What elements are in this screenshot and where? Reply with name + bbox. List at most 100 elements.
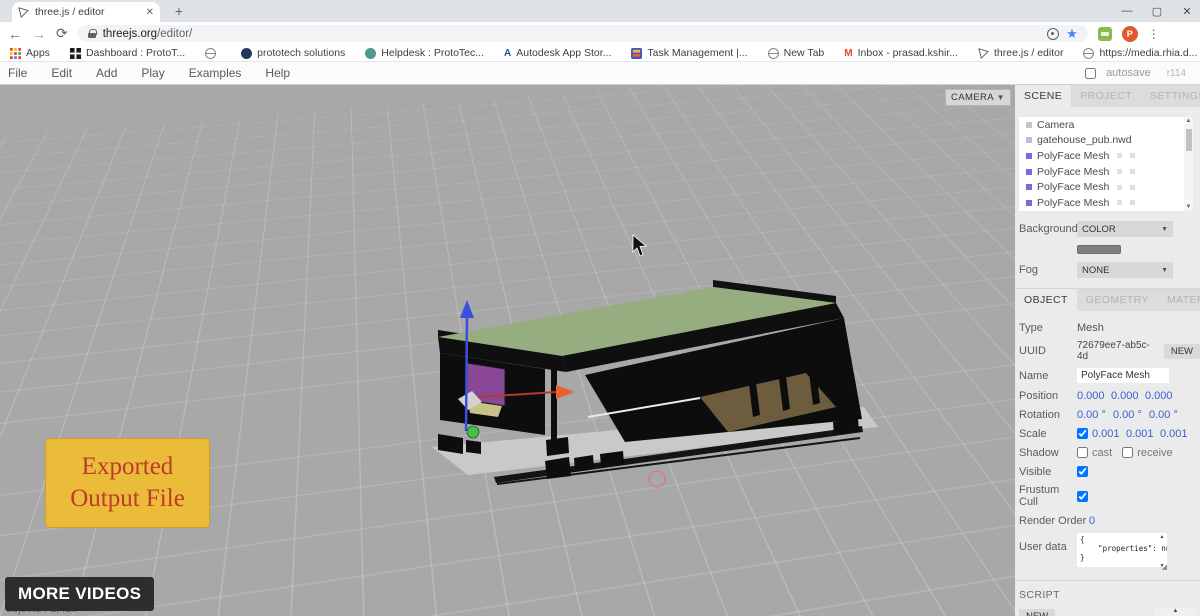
editor-menubar: File Edit Add Play Examples Help autosav… [0, 62, 1200, 85]
menu-add[interactable]: Add [96, 66, 117, 80]
environment-section: Background COLOR ▼ Fog NONE ▼ [1015, 219, 1200, 289]
extension-icon[interactable] [1098, 27, 1112, 41]
bookmark-item[interactable]: M Inbox - prasad.kshir... [844, 47, 958, 59]
bookmark-item[interactable]: https://media.rhia.d... [1083, 47, 1197, 59]
outliner-item-camera[interactable]: Camera [1019, 117, 1193, 133]
background-color-swatch[interactable] [1077, 245, 1121, 254]
more-videos-button[interactable]: MORE VIDEOS [5, 577, 154, 611]
scrollbar-thumb[interactable] [1186, 129, 1192, 151]
outliner-item-mesh[interactable]: PolyFace Mesh [1019, 179, 1193, 195]
menu-play[interactable]: Play [141, 66, 164, 80]
bookmark-item[interactable]: A Autodesk App Stor... [504, 47, 611, 59]
gizmo-x-arrowhead[interactable] [556, 385, 575, 399]
resize-grip-icon[interactable]: ◢ [1162, 563, 1167, 571]
mouse-cursor [633, 235, 646, 256]
tab-settings[interactable]: SETTINGS [1141, 85, 1200, 107]
apps-grid-icon [10, 48, 21, 59]
scroll-down-icon[interactable]: ▼ [1184, 204, 1193, 210]
outliner-item-mesh[interactable]: PolyFace Mesh [1019, 164, 1193, 180]
window-minimize-button[interactable]: — [1120, 5, 1134, 17]
scale-y[interactable]: 0.001 [1126, 428, 1160, 440]
gizmo-origin-handle[interactable] [467, 426, 479, 438]
back-icon[interactable]: ← [8, 26, 22, 42]
3d-viewport[interactable]: CAMERA ▼ Exported Output File objects : … [0, 85, 1015, 616]
selection-circle [649, 471, 665, 487]
lock-icon [88, 29, 96, 38]
geometry-icon [1117, 185, 1122, 190]
autosave-checkbox[interactable] [1085, 68, 1096, 79]
browser-menu-icon[interactable]: ⋮ [1148, 27, 1160, 41]
window-maximize-button[interactable]: ▢ [1150, 5, 1164, 18]
bookmark-item[interactable]: prototech solutions [241, 47, 345, 59]
user-data-label: User data [1019, 533, 1077, 553]
tab-object[interactable]: OBJECT [1015, 289, 1077, 311]
tab-geometry[interactable]: GEOMETRY [1077, 289, 1158, 311]
scale-x[interactable]: 0.001 [1092, 428, 1126, 440]
material-icon [1130, 200, 1135, 205]
shadow-cast-checkbox[interactable] [1077, 447, 1088, 458]
fog-select[interactable]: NONE ▼ [1077, 262, 1173, 278]
tab-close-icon[interactable]: ✕ [146, 7, 154, 18]
bookmark-item-apps[interactable]: Apps [10, 47, 50, 59]
visible-checkbox[interactable] [1077, 466, 1088, 477]
address-bar[interactable]: threejs.org/editor/ ★ [78, 25, 1088, 42]
profile-avatar[interactable]: P [1122, 26, 1138, 42]
browser-tab[interactable]: three.js / editor ✕ [12, 2, 160, 22]
bookmark-item[interactable]: New Tab [768, 47, 825, 59]
outliner-item-mesh[interactable]: PolyFace Mesh [1019, 195, 1193, 211]
globe-icon [1083, 48, 1094, 59]
prototech-icon [241, 48, 252, 59]
page-action-icon[interactable] [1047, 28, 1059, 40]
type-label: Type [1019, 322, 1077, 334]
tab-title: three.js / editor [35, 6, 140, 18]
shadow-receive-checkbox[interactable] [1122, 447, 1133, 458]
forward-icon[interactable]: → [32, 26, 46, 42]
refresh-icon[interactable]: ⟳ [56, 25, 68, 42]
menu-help[interactable]: Help [265, 66, 290, 80]
tab-scene[interactable]: SCENE [1015, 85, 1071, 107]
rotation-label: Rotation [1019, 409, 1077, 421]
3d-scene[interactable] [0, 85, 1015, 616]
scroll-up-icon[interactable]: ▲ [1184, 118, 1193, 124]
tab-material[interactable]: MATERIAL [1158, 289, 1200, 311]
position-z[interactable]: 0.000 [1145, 390, 1179, 402]
rotation-x[interactable]: 0.00 ° [1077, 409, 1113, 421]
tab-project[interactable]: PROJECT [1071, 85, 1141, 107]
camera-select[interactable]: CAMERA ▼ [945, 89, 1011, 106]
render-order-value[interactable]: 0 [1089, 515, 1123, 527]
scale-z[interactable]: 0.001 [1160, 428, 1194, 440]
menu-file[interactable]: File [8, 66, 27, 80]
gizmo-y-arrowhead[interactable] [460, 300, 474, 318]
bookmark-star-icon[interactable]: ★ [1066, 26, 1078, 42]
name-input[interactable] [1077, 368, 1169, 383]
browser-toolbar: ← → ⟳ threejs.org/editor/ ★ P ⋮ [0, 22, 1200, 45]
rotation-z[interactable]: 0.00 ° [1149, 409, 1185, 421]
outliner-item-mesh[interactable]: PolyFace Mesh [1019, 148, 1193, 164]
menu-edit[interactable]: Edit [51, 66, 72, 80]
position-x[interactable]: 0.000 [1077, 390, 1111, 402]
name-label: Name [1019, 370, 1077, 382]
position-y[interactable]: 0.000 [1111, 390, 1145, 402]
window-close-button[interactable]: ✕ [1180, 5, 1194, 18]
gizmo-y-axis[interactable] [466, 316, 467, 431]
bookmark-item[interactable]: Dashboard : ProtoT... [70, 47, 185, 59]
uuid-new-button[interactable]: NEW [1164, 344, 1200, 359]
bookmark-item[interactable]: Helpdesk : ProtoTec... [365, 47, 484, 59]
bookmark-item[interactable]: three.js / editor [978, 47, 1063, 59]
background-select[interactable]: COLOR ▼ [1077, 221, 1173, 237]
panel-scroll-button[interactable]: ▲ [1155, 607, 1196, 616]
shadow-label: Shadow [1019, 447, 1077, 459]
outliner-item-group[interactable]: gatehouse_pub.nwd [1019, 133, 1193, 149]
menu-examples[interactable]: Examples [189, 66, 242, 80]
script-new-button[interactable]: NEW [1019, 609, 1055, 616]
bookmark-item[interactable] [205, 48, 221, 59]
outliner-scrollbar[interactable]: ▲ ▼ [1184, 117, 1193, 211]
scroll-up-icon[interactable]: ▲ [1160, 534, 1165, 540]
user-data-textarea[interactable]: { "properties": null } [1077, 533, 1167, 567]
frustum-cull-checkbox[interactable] [1077, 491, 1088, 502]
bookmark-item[interactable]: Task Management |... [631, 47, 747, 59]
new-tab-button[interactable]: + [170, 3, 188, 21]
scene-outliner[interactable]: Camera gatehouse_pub.nwd PolyFace Mesh P… [1019, 117, 1193, 211]
scale-lock-checkbox[interactable] [1077, 428, 1088, 439]
rotation-y[interactable]: 0.00 ° [1113, 409, 1149, 421]
